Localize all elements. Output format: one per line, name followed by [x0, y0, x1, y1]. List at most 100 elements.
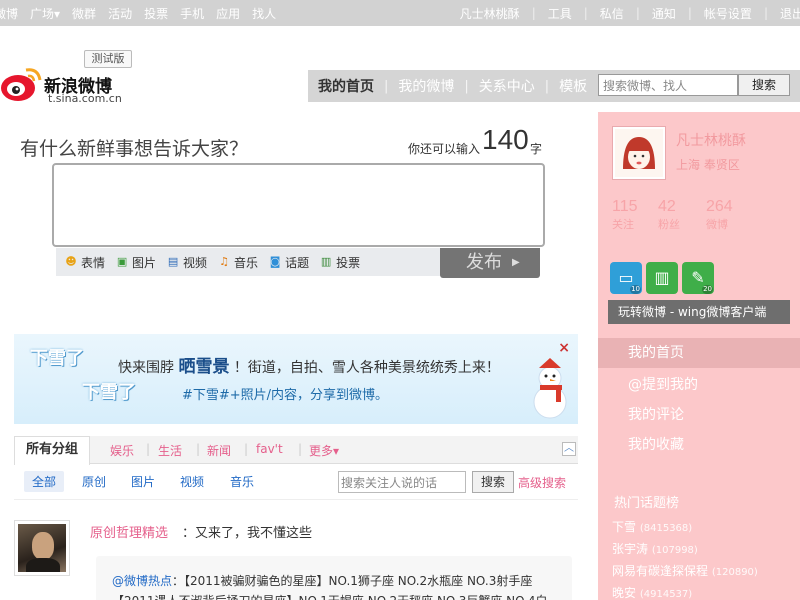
app-shortcuts: ▭ 10 ▥ ✎ 20: [610, 262, 718, 294]
hot-topic-count: (120890): [711, 567, 758, 578]
image-icon: ▣: [116, 255, 128, 268]
app-book-icon[interactable]: ▥: [646, 262, 678, 294]
app-pen-icon[interactable]: ✎ 20: [682, 262, 714, 294]
hot-topic-name: 网易有碳逢探保程: [612, 564, 709, 578]
tab-all-groups[interactable]: 所有分组: [14, 436, 90, 465]
feed-author-name[interactable]: 原创哲理精选: [90, 522, 168, 541]
tool-image-label: 图片: [132, 255, 157, 270]
top-tools[interactable]: 工具: [548, 5, 572, 22]
tool-music[interactable]: ♫ 音乐: [217, 254, 258, 271]
sidebar-favorites[interactable]: 我的收藏: [628, 434, 684, 454]
hot-topic-item[interactable]: 晚安 (4914537): [612, 584, 692, 600]
tool-music-label: 音乐: [234, 255, 259, 270]
tool-video[interactable]: ▤ 视频: [166, 254, 207, 271]
top-account-settings[interactable]: 帐号设置: [704, 5, 752, 22]
composer-toolbar: ☻ 表情 ▣ 图片 ▤ 视频 ♫ 音乐 ◙ 话题 ▥ 投票: [56, 248, 440, 276]
filter-images[interactable]: 图片: [131, 473, 155, 490]
filter-music[interactable]: 音乐: [230, 473, 254, 490]
repost-line-2: 【2011遇人不淑背后捅刀的星座】NO.1天蝎座 NO.2天秤座 NO.3巨蟹座…: [112, 592, 548, 600]
top-logout[interactable]: 退出: [780, 5, 800, 22]
sidebar-my-home[interactable]: 我的首页: [598, 338, 800, 368]
publish-button[interactable]: 发布 ▶: [440, 248, 540, 278]
stat-following[interactable]: 115 关注: [612, 198, 638, 232]
hot-topic-item[interactable]: 网易有碳逢探保程 (120890): [612, 562, 758, 579]
tab-divider: |: [146, 442, 151, 456]
sidebar-comments[interactable]: 我的评论: [628, 404, 684, 424]
char-count-prefix: 你还可以输入: [408, 142, 481, 156]
sidebar-mentions[interactable]: @提到我的: [628, 374, 698, 394]
post-textarea[interactable]: [52, 163, 545, 247]
feed-avatar[interactable]: [14, 520, 70, 576]
main-search-button[interactable]: 搜索: [738, 74, 790, 96]
tab-news[interactable]: 新闻: [207, 442, 231, 459]
banner-logo-text-2: 下雪了: [82, 382, 136, 403]
nav-my-weibo[interactable]: 我的微博: [388, 76, 464, 96]
tool-image[interactable]: ▣ 图片: [115, 254, 156, 271]
top-nav-polls[interactable]: 投票: [144, 5, 168, 22]
top-nav-mobile[interactable]: 手机: [180, 5, 204, 22]
top-messages[interactable]: 私信: [600, 5, 624, 22]
hot-topic-name: 晚安: [612, 586, 637, 600]
banner-close-icon[interactable]: ×: [558, 340, 570, 356]
top-nav-find-people[interactable]: 找人: [252, 5, 276, 22]
top-user-name[interactable]: 凡士林桃酥: [460, 5, 520, 22]
avatar-shoulders: [26, 558, 60, 572]
app-sofa-icon[interactable]: ▭ 10: [610, 262, 642, 294]
snowman-icon: [533, 358, 567, 419]
filter-videos[interactable]: 视频: [180, 473, 204, 490]
bar-chart-icon: ▥: [320, 255, 332, 268]
tool-emoticon[interactable]: ☻ 表情: [64, 254, 105, 271]
profile-name[interactable]: 凡士林桃酥: [676, 130, 746, 150]
nav-my-home[interactable]: 我的首页: [308, 76, 384, 96]
hot-topic-item[interactable]: 张宇涛 (107998): [612, 540, 698, 557]
snow-promo-banner[interactable]: 下雪了 下雪了 快来围脖 晒雪景 ！街道，自拍、雪人各种美景统统秀上来！ #下雪…: [14, 334, 578, 424]
repost-text-1: ：【2011被骗财骗色的星座】NO.1狮子座 NO.2水瓶座 NO.3射手座: [172, 574, 533, 588]
tab-life[interactable]: 生活: [158, 442, 182, 459]
stat-posts[interactable]: 264 微博: [706, 198, 733, 232]
stat-posts-count: 264: [706, 198, 733, 215]
top-nav-apps[interactable]: 应用: [216, 5, 240, 22]
top-bar: 微博 广场▾ 微群 活动 投票 手机 应用 找人 凡士林桃酥 | 工具 | 私信…: [0, 0, 800, 26]
client-promo-link[interactable]: 玩转微博 - wing微博客户端: [608, 300, 790, 324]
feed-filters: 全部 原创 图片 视频 音乐 搜索关注人说的话 搜索 高级搜索: [14, 464, 578, 500]
publish-label: 发布: [466, 252, 502, 273]
top-divider: |: [583, 6, 588, 20]
feed-search-button[interactable]: 搜索: [472, 471, 514, 493]
feed-search-input[interactable]: 搜索关注人说的话: [338, 471, 466, 493]
hot-topic-name: 下雪: [612, 520, 637, 534]
filter-all[interactable]: 全部: [24, 471, 65, 492]
filter-original[interactable]: 原创: [82, 473, 106, 490]
banner-logo-text: 下雪了: [30, 348, 84, 369]
tool-topic[interactable]: ◙ 话题: [268, 254, 309, 271]
main-search-input[interactable]: 搜索微博、找人: [598, 74, 738, 96]
collapse-chevron-up-icon[interactable]: ︿: [562, 442, 576, 456]
banner-headline-bold: 晒雪景: [178, 357, 230, 377]
tab-favt[interactable]: fav't: [256, 442, 283, 456]
top-nav-groups[interactable]: 微群: [72, 5, 96, 22]
nav-relations[interactable]: 关系中心: [469, 76, 545, 96]
stat-following-count: 115: [612, 198, 638, 215]
tool-poll[interactable]: ▥ 投票: [319, 254, 360, 271]
advanced-search-link[interactable]: 高级搜索: [518, 474, 566, 491]
top-nav-weibo[interactable]: 微博: [0, 5, 18, 22]
hot-topic-count: (107998): [651, 545, 698, 556]
top-notifications[interactable]: 通知: [652, 5, 676, 22]
stat-followers[interactable]: 42 粉丝: [658, 198, 680, 232]
cartoon-girl-avatar-icon: [615, 129, 663, 177]
tab-entertainment[interactable]: 娱乐: [110, 442, 134, 459]
top-nav-events[interactable]: 活动: [108, 5, 132, 22]
hot-topic-item[interactable]: 下雪 (8415368): [612, 518, 692, 535]
tool-video-label: 视频: [183, 255, 208, 270]
stat-following-label: 关注: [612, 218, 634, 231]
profile-avatar[interactable]: [612, 126, 666, 180]
tab-divider: |: [298, 442, 303, 456]
tab-more[interactable]: 更多▾: [309, 442, 339, 459]
stat-followers-label: 粉丝: [658, 218, 680, 231]
repost-mention[interactable]: @微博热点: [112, 574, 172, 588]
music-icon: ♫: [219, 255, 229, 268]
tool-poll-label: 投票: [336, 255, 361, 270]
top-nav-square[interactable]: 广场▾: [30, 5, 60, 22]
app-badge-20: 20: [702, 285, 713, 294]
app-badge-10: 10: [630, 285, 641, 294]
nav-templates[interactable]: 模板: [549, 76, 597, 96]
